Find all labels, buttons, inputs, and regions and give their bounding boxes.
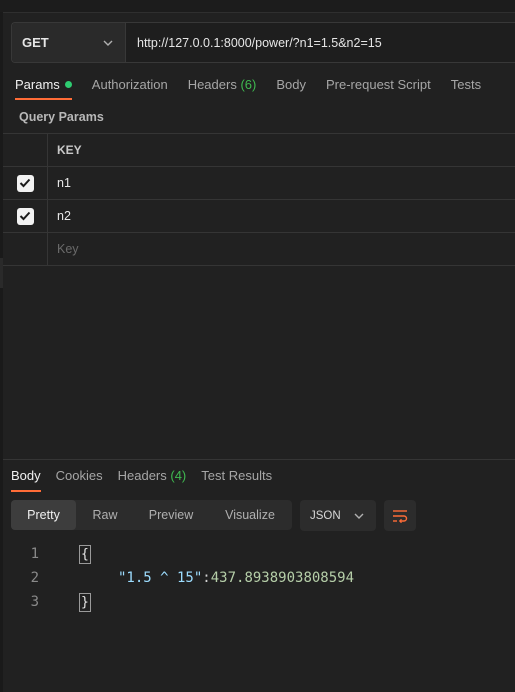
line-number: 1 — [30, 546, 39, 562]
params-table: KEY n1 n2 Key — [3, 133, 515, 266]
code-line: 2 "1.5 ^ 15": 437.8938903808594 — [3, 566, 515, 590]
tab-body[interactable]: Body — [276, 76, 306, 100]
tab-authorization[interactable]: Authorization — [92, 76, 168, 100]
checkmark-icon — [19, 211, 31, 221]
code-line: 1 { — [3, 542, 515, 566]
response-tab-test-results[interactable]: Test Results — [201, 467, 272, 492]
line-number: 2 — [30, 570, 39, 586]
row-check-cell — [3, 200, 48, 232]
params-active-dot — [64, 81, 72, 88]
params-header-row: KEY — [3, 134, 515, 167]
chevron-down-icon — [103, 40, 113, 46]
tab-authorization-label: Authorization — [91, 77, 168, 92]
url-input[interactable]: http://127.0.0.1:8000/power/?n1=1.5&n2=1… — [126, 23, 515, 62]
tab-headers-count: (6) — [240, 77, 257, 92]
new-param-row: Key — [3, 233, 515, 266]
preview-button[interactable]: Preview — [134, 500, 208, 530]
key-column-header: KEY — [57, 143, 82, 157]
param-checkbox-n2[interactable] — [16, 207, 34, 225]
response-tab-headers-count: (4) — [170, 468, 187, 483]
param-key-n2[interactable]: n2 — [48, 200, 515, 232]
code-line: 3 } — [3, 590, 515, 614]
method-select[interactable]: GET — [12, 23, 126, 62]
open-brace: { — [79, 544, 91, 564]
response-tab-headers-label: Headers — [117, 468, 167, 483]
visualize-button[interactable]: Visualize — [208, 500, 292, 530]
tab-tests[interactable]: Tests — [451, 76, 481, 100]
language-select[interactable]: JSON — [300, 500, 376, 531]
tab-headers[interactable]: Headers (6) — [188, 76, 257, 100]
table-row: n1 — [3, 167, 515, 200]
pane-divider[interactable] — [3, 459, 515, 460]
tab-pre-request-script-label: Pre-request Script — [325, 77, 431, 92]
response-tab-cookies-label: Cookies — [55, 468, 103, 483]
json-key: "1.5 ^ 15" — [118, 570, 203, 586]
response-body-editor[interactable]: 1 { 2 "1.5 ^ 15": 437.8938903808594 3 } — [3, 542, 515, 614]
top-strip — [0, 0, 515, 13]
format-toggle: Pretty Raw Preview Visualize — [11, 500, 292, 530]
header-check-cell — [3, 134, 48, 166]
table-row: n2 — [3, 200, 515, 233]
row-check-cell — [3, 233, 48, 265]
row-check-cell — [3, 167, 48, 199]
tab-params[interactable]: Params — [15, 76, 72, 100]
request-tabs: Params Authorization Headers (6) Body Pr… — [15, 76, 501, 100]
wrap-lines-icon — [393, 509, 408, 523]
new-key-input[interactable]: Key — [48, 233, 515, 265]
response-tab-headers[interactable]: Headers (4) — [118, 467, 187, 492]
tab-headers-label: Headers — [187, 77, 237, 92]
pretty-button[interactable]: Pretty — [11, 500, 76, 530]
response-tab-test-results-label: Test Results — [201, 468, 273, 483]
tab-pre-request-script[interactable]: Pre-request Script — [326, 76, 431, 100]
request-bar: GET http://127.0.0.1:8000/power/?n1=1.5&… — [11, 22, 515, 63]
tab-body-label: Body — [276, 77, 306, 92]
tab-tests-label: Tests — [450, 77, 482, 92]
json-colon: : — [202, 570, 211, 586]
response-tab-cookies[interactable]: Cookies — [56, 467, 103, 492]
method-label: GET — [22, 35, 49, 50]
checkmark-icon — [19, 178, 31, 188]
query-params-label: Query Params — [19, 110, 104, 124]
param-checkbox-n1[interactable] — [16, 174, 34, 192]
tab-params-label: Params — [15, 77, 60, 92]
response-tab-body[interactable]: Body — [11, 467, 41, 492]
chevron-down-icon — [354, 513, 364, 519]
close-brace: } — [79, 592, 91, 612]
wrap-lines-button[interactable] — [384, 500, 416, 531]
line-number: 3 — [30, 594, 39, 610]
response-tab-body-label: Body — [11, 468, 41, 483]
language-label: JSON — [310, 509, 341, 522]
response-tabs: Body Cookies Headers (4) Test Results — [11, 467, 287, 492]
param-key-n1[interactable]: n1 — [48, 167, 515, 199]
json-value: 437.8938903808594 — [210, 570, 355, 586]
raw-button[interactable]: Raw — [76, 500, 134, 530]
